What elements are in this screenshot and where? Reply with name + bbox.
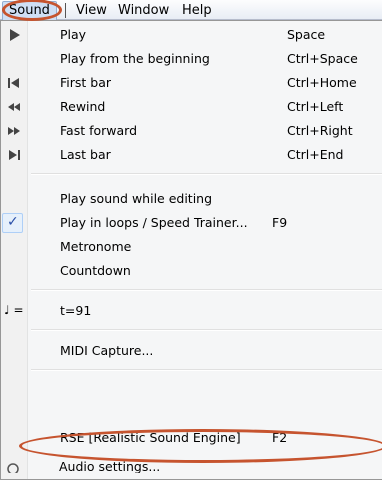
menu-item-play-from-beginning[interactable]: Play from the beginning Ctrl+Space [1,47,382,71]
menu-item-tempo[interactable]: ♩ = t=91 [1,299,382,323]
menu-item-play[interactable]: Play Space [1,23,382,47]
menu-item-label: Audio settings... [59,461,161,473]
first-bar-icon [8,78,19,88]
menu-item-countdown[interactable]: Countdown [1,259,382,283]
sound-dropdown-menu: Play Space Play from the beginning Ctrl+… [0,20,382,480]
menu-item-audio-settings[interactable]: Audio settings... [0,461,382,473]
menu-item-label: Fast forward [60,123,138,138]
menu-item-midi-capture[interactable]: MIDI Capture... [1,339,382,363]
menu-separator [31,329,382,331]
shortcut-label: Ctrl+Home [287,75,357,90]
menu-item-fast-forward[interactable]: Fast forward Ctrl+Right [1,119,382,143]
menu-item-play-in-loops[interactable]: ✓ Play in loops / Speed Trainer... F9 [1,211,382,235]
menu-item-label: Play [60,27,87,42]
menu-item-rse[interactable]: RSE [Realistic Sound Engine] F2 [1,426,382,450]
menu-separator [31,369,382,371]
rewind-icon [8,103,20,111]
menu-separator [31,289,382,291]
menu-item-label: RSE [Realistic Sound Engine] [60,430,241,445]
menu-sound[interactable]: Sound [2,1,57,21]
menu-separator [31,173,382,175]
menu-item-first-bar[interactable]: First bar Ctrl+Home [1,71,382,95]
shortcut-label: F2 [272,430,288,445]
menu-bar: Sound View Window Help [0,0,382,21]
checkmark-box: ✓ [2,213,23,233]
menu-item-label: First bar [60,75,112,90]
menu-item-label: MIDI Capture... [60,343,154,358]
menu-item-metronome[interactable]: Metronome [1,235,382,259]
shortcut-label: Ctrl+End [287,147,344,162]
menu-item-label: Play in loops / Speed Trainer... [60,215,248,230]
shortcut-label: F9 [272,215,288,230]
menu-item-label: t=91 [60,303,92,318]
quarter-note-icon: ♩ = [4,303,24,317]
shortcut-label: Space [287,27,326,42]
fast-forward-icon [8,127,20,135]
menu-item-label: Metronome [60,239,132,254]
menu-item-rewind[interactable]: Rewind Ctrl+Left [1,95,382,119]
menu-item-label: Play from the beginning [60,51,210,66]
menu-item-label: Play sound while editing [60,191,213,206]
menubar-divider [65,3,66,18]
menu-view[interactable]: View [70,2,113,19]
play-icon [10,29,20,41]
menu-item-label: Last bar [60,147,111,162]
menu-item-last-bar[interactable]: Last bar Ctrl+End [1,143,382,167]
shortcut-label: Ctrl+Left [287,99,344,114]
checkmark-icon: ✓ [7,214,19,230]
shortcut-label: Ctrl+Right [287,123,353,138]
last-bar-icon [9,150,20,160]
menu-item-play-sound-while-editing[interactable]: Play sound while editing [1,187,382,211]
menu-window[interactable]: Window [112,2,175,19]
menu-item-label: Rewind [60,99,106,114]
menu-item-label: Countdown [60,263,131,278]
shortcut-label: Ctrl+Space [287,51,358,66]
menu-help[interactable]: Help [176,2,218,19]
